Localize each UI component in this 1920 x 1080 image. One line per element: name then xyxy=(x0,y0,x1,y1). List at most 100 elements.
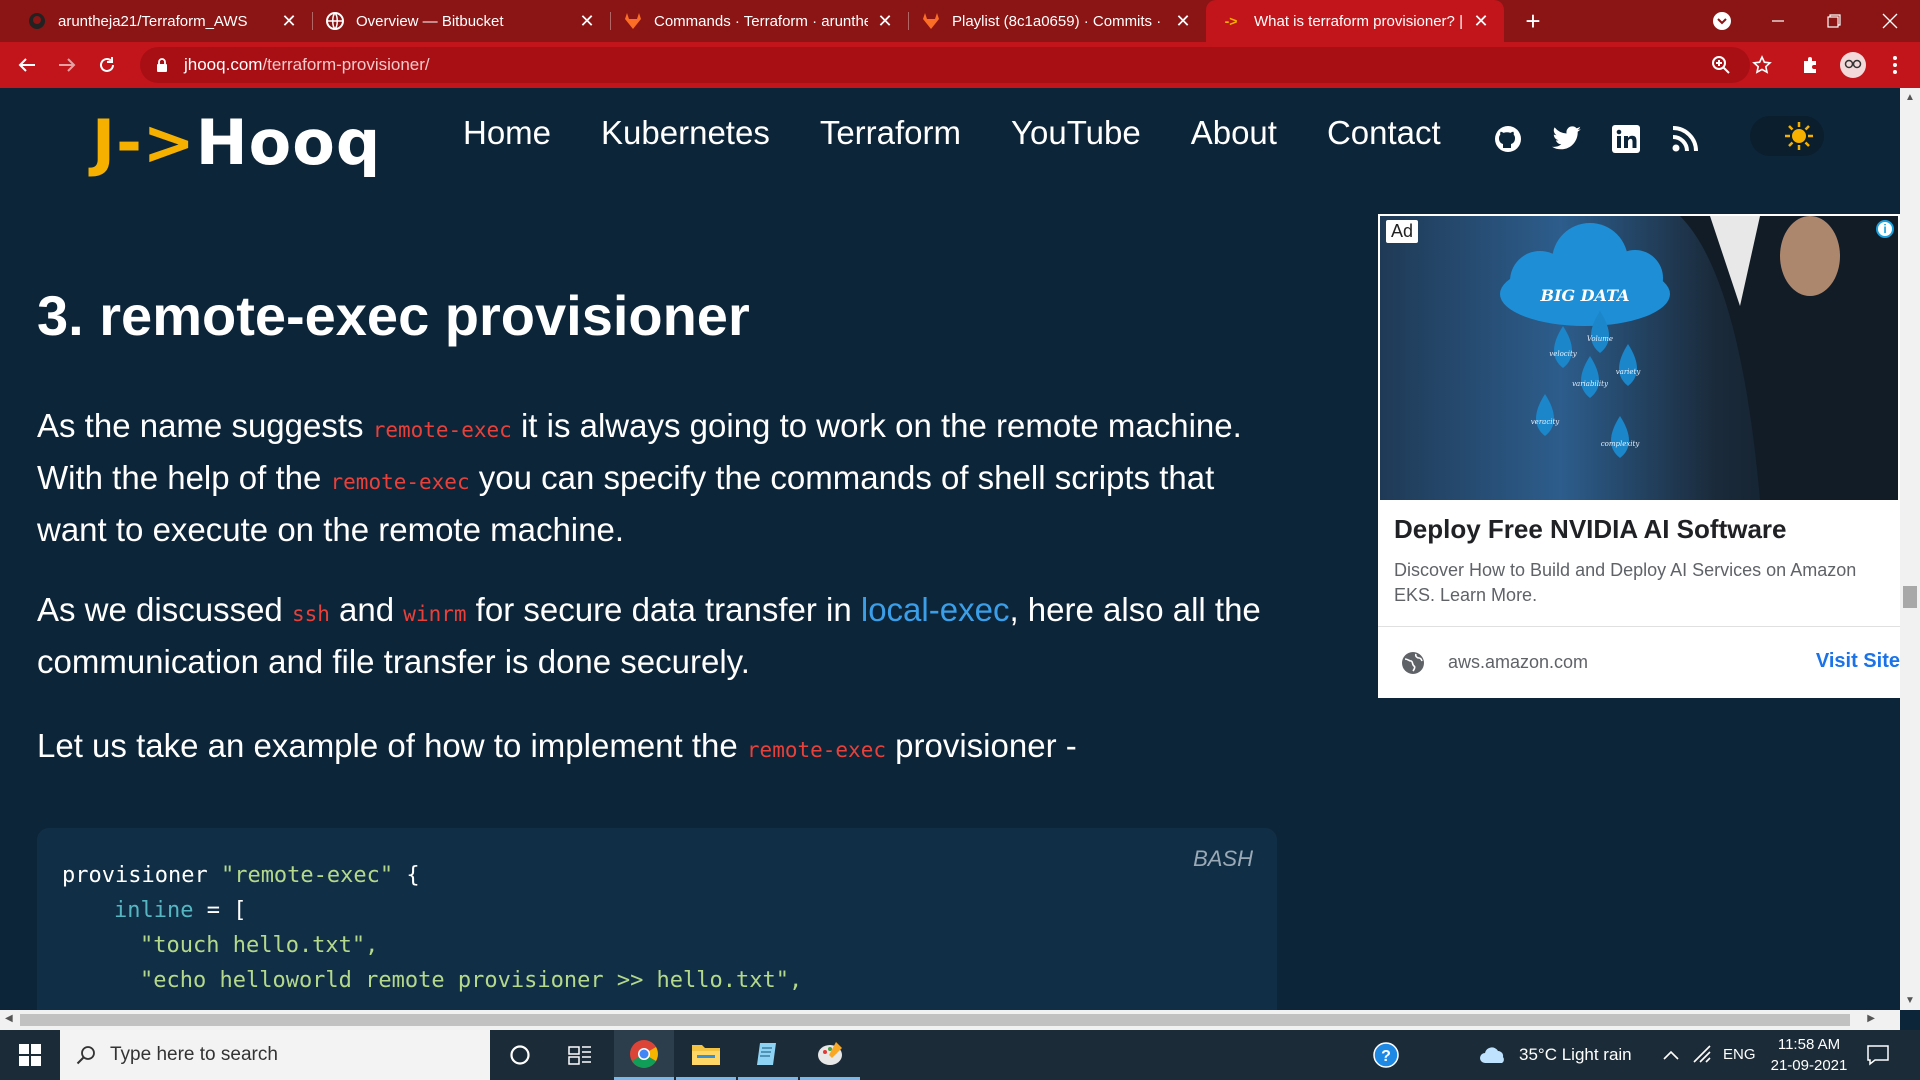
start-button[interactable] xyxy=(0,1030,60,1080)
wifi-icon[interactable] xyxy=(1692,1044,1714,1064)
search-icon xyxy=(76,1046,95,1065)
close-icon[interactable]: ✕ xyxy=(876,11,894,32)
profile-button[interactable] xyxy=(1838,50,1868,80)
chevron-down-icon xyxy=(1713,12,1731,30)
browser-tab-strip: aruntheja21/Terraform_AWS ✕ Overview — B… xyxy=(0,0,1920,42)
paint-icon xyxy=(818,1041,842,1065)
code-attr: inline xyxy=(114,898,194,923)
address-bar[interactable]: jhooq.com/terraform-provisioner/ xyxy=(140,47,1750,83)
local-exec-link[interactable]: local-exec xyxy=(861,591,1010,628)
cortana-button[interactable] xyxy=(490,1030,550,1080)
tab-search-button[interactable] xyxy=(1694,0,1750,42)
scrollbar-thumb[interactable] xyxy=(20,1014,1850,1026)
paragraph-1: As the name suggests remote-exec it is a… xyxy=(37,402,1287,554)
tab-title: Playlist (8c1a0659) · Commits · ar xyxy=(952,12,1166,30)
nav-home[interactable]: Home xyxy=(463,114,551,152)
paint-taskbar-app[interactable] xyxy=(800,1030,860,1080)
scroll-up-icon[interactable]: ▲ xyxy=(1904,92,1916,103)
sun-icon xyxy=(1785,122,1813,150)
close-icon[interactable]: ✕ xyxy=(1472,11,1490,32)
clock[interactable]: 11:58 AM 21-09-2021 xyxy=(1766,1034,1852,1076)
nav-contact[interactable]: Contact xyxy=(1327,114,1441,152)
tab-jhooq-active[interactable]: -> What is terraform provisioner? | J ✕ xyxy=(1206,0,1504,42)
code-line: inline = [ xyxy=(62,893,802,928)
vertical-scrollbar[interactable]: ▲ ▼ xyxy=(1900,88,1920,1010)
section-heading: 3. remote-exec provisioner xyxy=(37,284,750,347)
inline-code: remote-exec xyxy=(330,470,470,494)
inline-code: ssh xyxy=(291,602,330,626)
taskbar-search[interactable]: Type here to search xyxy=(60,1030,490,1080)
forward-button[interactable] xyxy=(52,50,82,80)
scrollbar-thumb[interactable] xyxy=(1903,586,1917,608)
browser-menu-button[interactable] xyxy=(1880,50,1910,80)
drop-label: variability xyxy=(1572,380,1609,388)
nav-kubernetes[interactable]: Kubernetes xyxy=(601,114,770,152)
notepad-taskbar-app[interactable] xyxy=(738,1030,798,1080)
svg-text:?: ? xyxy=(1381,1048,1391,1065)
close-icon[interactable]: ✕ xyxy=(578,11,596,32)
gitlab-icon xyxy=(624,12,642,30)
url-text: jhooq.com/terraform-provisioner/ xyxy=(184,55,430,75)
zoom-icon xyxy=(1712,56,1730,74)
close-icon xyxy=(1882,13,1898,29)
ad-title[interactable]: Deploy Free NVIDIA AI Software xyxy=(1394,514,1787,545)
linkedin-icon[interactable] xyxy=(1609,122,1643,156)
site-logo[interactable]: J->Hooq xyxy=(92,106,381,179)
extensions-button[interactable] xyxy=(1796,50,1826,80)
tab-gitlab-playlist[interactable]: Playlist (8c1a0659) · Commits · ar ✕ xyxy=(908,0,1206,42)
restore-button[interactable] xyxy=(1806,0,1862,42)
file-explorer-taskbar-app[interactable] xyxy=(676,1030,736,1080)
drop-label: velocity xyxy=(1549,350,1578,358)
scroll-right-icon[interactable]: ▶ xyxy=(1867,1013,1875,1024)
notifications-icon[interactable] xyxy=(1866,1043,1890,1067)
chevron-up-icon[interactable] xyxy=(1662,1048,1680,1062)
tab-title: Commands · Terraform · arunthej xyxy=(654,12,868,30)
close-icon[interactable]: ✕ xyxy=(280,11,298,32)
chrome-taskbar-app[interactable] xyxy=(614,1030,674,1080)
twitter-icon[interactable] xyxy=(1550,122,1584,156)
weather-cloud-icon[interactable] xyxy=(1478,1045,1508,1067)
nav-terraform[interactable]: Terraform xyxy=(820,114,961,152)
p2-text-b: and xyxy=(329,591,404,628)
reload-button[interactable] xyxy=(92,50,122,80)
advertisement[interactable]: BIG DATA Volume velocity variety variabi… xyxy=(1378,214,1900,698)
back-button[interactable] xyxy=(12,50,42,80)
logo-name: Hooq xyxy=(195,106,382,179)
cortana-icon xyxy=(510,1045,530,1065)
theme-toggle[interactable] xyxy=(1750,116,1824,156)
nav-youtube[interactable]: YouTube xyxy=(1011,114,1141,152)
more-vertical-icon xyxy=(1893,56,1897,74)
scroll-down-icon[interactable]: ▼ xyxy=(1904,995,1916,1006)
minimize-button[interactable] xyxy=(1750,0,1806,42)
ad-image[interactable]: BIG DATA Volume velocity variety variabi… xyxy=(1380,216,1898,500)
ad-description: Discover How to Build and Deploy AI Serv… xyxy=(1394,560,1857,605)
bookmark-button[interactable] xyxy=(1747,50,1777,80)
nav-about[interactable]: About xyxy=(1191,114,1277,152)
tab-github[interactable]: aruntheja21/Terraform_AWS ✕ xyxy=(14,0,312,42)
scroll-left-icon[interactable]: ◀ xyxy=(5,1013,13,1024)
ad-info-icon[interactable]: i xyxy=(1876,220,1894,238)
close-window-button[interactable] xyxy=(1862,0,1918,42)
help-button[interactable]: ? xyxy=(1356,1030,1416,1080)
task-view-button[interactable] xyxy=(550,1030,610,1080)
github-icon[interactable] xyxy=(1491,122,1525,156)
visit-site-button[interactable]: Visit Site xyxy=(1816,650,1900,673)
close-icon[interactable]: ✕ xyxy=(1174,11,1192,32)
tab-bitbucket[interactable]: Overview — Bitbucket ✕ xyxy=(312,0,610,42)
inline-code: remote-exec xyxy=(746,738,886,762)
new-tab-button[interactable]: + xyxy=(1518,6,1548,36)
horizontal-scrollbar[interactable]: ◀ ▶ xyxy=(0,1010,1900,1030)
paragraph-2: As we discussed ssh and winrm for secure… xyxy=(37,586,1287,686)
tab-gitlab-commands[interactable]: Commands · Terraform · arunthej ✕ xyxy=(610,0,908,42)
rss-icon[interactable] xyxy=(1668,122,1702,156)
zoom-button[interactable] xyxy=(1706,50,1736,80)
avatar xyxy=(1840,52,1866,78)
code-punct: { xyxy=(393,863,420,888)
code-block[interactable]: BASH provisioner "remote-exec" {inline =… xyxy=(37,828,1277,1010)
restore-icon xyxy=(1827,14,1841,28)
drop-label: Volume xyxy=(1587,335,1613,343)
language-indicator[interactable]: ENG xyxy=(1723,1046,1756,1063)
notepad-icon xyxy=(757,1042,776,1065)
folder-icon xyxy=(692,1044,720,1065)
weather-text[interactable]: 35°C Light rain xyxy=(1519,1045,1632,1065)
